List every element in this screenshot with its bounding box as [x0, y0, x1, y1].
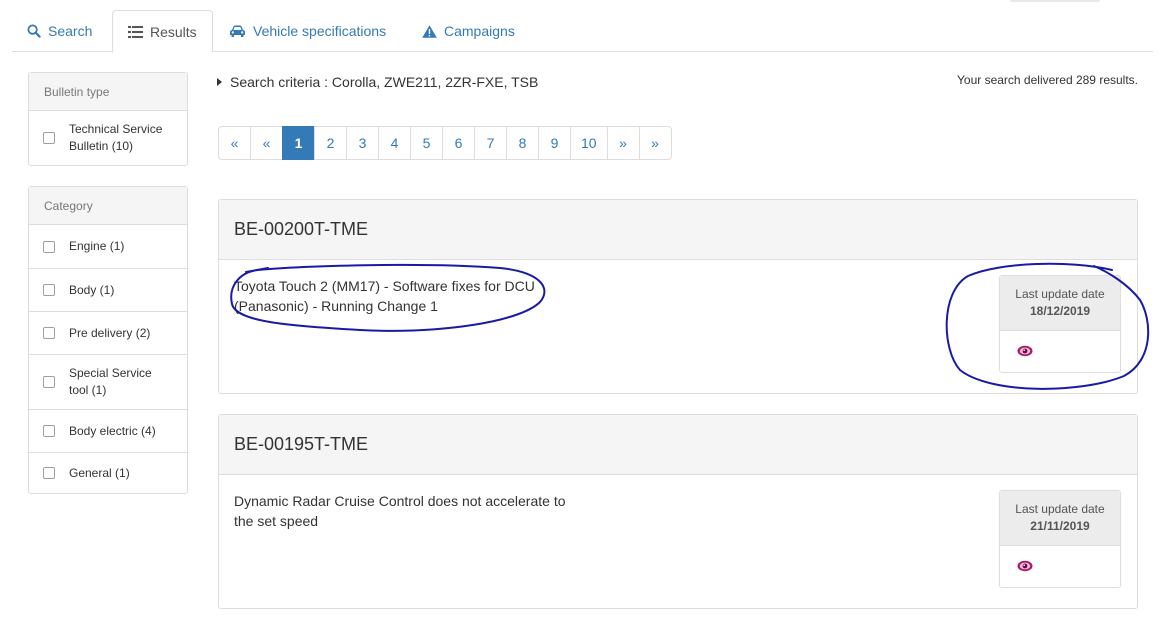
search-icon: [27, 24, 41, 38]
tab-bar: Search Results Vehicle specifications Ca…: [12, 10, 1153, 53]
page-7[interactable]: 7: [474, 126, 507, 160]
last-update-label: Last update date: [1015, 287, 1105, 301]
page-first[interactable]: «: [218, 126, 251, 160]
page-3[interactable]: 3: [346, 126, 379, 160]
bulletin-description: Toyota Touch 2 (MM17) - Software fixes f…: [234, 278, 535, 314]
caret-right-icon: [217, 78, 222, 86]
checkbox[interactable]: [43, 284, 55, 296]
checkbox[interactable]: [43, 327, 55, 339]
page-9[interactable]: 9: [538, 126, 571, 160]
car-icon: [229, 25, 246, 38]
page-2[interactable]: 2: [314, 126, 347, 160]
tab-vehicle-specifications[interactable]: Vehicle specifications: [214, 10, 401, 52]
filter-label: General (1): [69, 465, 130, 480]
pagination: « « 1 2 3 4 5 6 7 8 9 10 » »: [218, 126, 672, 160]
checkbox[interactable]: [43, 240, 55, 253]
last-update-box: Last update date 18/12/2019: [999, 275, 1121, 373]
filter-label: Body electric (4): [69, 423, 156, 438]
last-update-date: 21/11/2019: [1030, 519, 1090, 533]
filter-pre-delivery[interactable]: Pre delivery (2): [29, 311, 187, 354]
page-next[interactable]: »: [606, 126, 640, 160]
tab-results[interactable]: Results: [112, 10, 213, 53]
tab-search[interactable]: Search: [12, 10, 107, 52]
page-4[interactable]: 4: [378, 126, 411, 160]
top-edge-shadow: [1010, 0, 1100, 2]
bulletin-body: Dynamic Radar Cruise Control does not ac…: [219, 475, 1137, 608]
page-last[interactable]: »: [638, 126, 672, 160]
tab-label: Vehicle specifications: [253, 23, 387, 39]
eye-icon[interactable]: [1017, 344, 1033, 362]
filter-label: Engine (1): [69, 239, 125, 253]
filter-label: Special Service tool (1): [69, 366, 152, 397]
bulletin-id[interactable]: BE-00200T-TME: [219, 200, 1137, 260]
last-update-header: Last update date 18/12/2019: [1000, 276, 1120, 331]
filter-special-service-tool[interactable]: Special Service tool (1): [29, 354, 187, 409]
filter-technical-service-bulletin[interactable]: Technical Service Bulletin (10): [29, 111, 187, 165]
eye-icon[interactable]: [1017, 559, 1033, 577]
filter-label: Body (1): [69, 282, 115, 297]
bulletin-body: Toyota Touch 2 (MM17) - Software fixes f…: [219, 260, 1137, 393]
bulletin-card: BE-00195T-TME Dynamic Radar Cruise Contr…: [218, 414, 1138, 609]
filter-label: Technical Service Bulletin (10): [69, 122, 163, 153]
filter-engine[interactable]: Engine (1): [29, 225, 187, 268]
panel-title: Category: [29, 187, 187, 225]
filter-label: Pre delivery (2): [69, 325, 151, 340]
filter-body-electric[interactable]: Body electric (4): [29, 409, 187, 452]
filter-body[interactable]: Body (1): [29, 268, 187, 311]
checkbox[interactable]: [43, 467, 55, 479]
search-criteria-toggle[interactable]: Search criteria : Corolla, ZWE211, 2ZR-F…: [217, 74, 538, 90]
page-6[interactable]: 6: [442, 126, 475, 160]
bulletin-id[interactable]: BE-00195T-TME: [219, 415, 1137, 475]
tab-campaigns[interactable]: Campaigns: [407, 10, 530, 52]
panel-title: Bulletin type: [29, 73, 187, 111]
last-update-header: Last update date 21/11/2019: [1000, 491, 1120, 546]
tab-label: Campaigns: [444, 23, 515, 39]
bulletin-type-panel: Bulletin type Technical Service Bulletin…: [28, 72, 188, 166]
last-update-label: Last update date: [1015, 502, 1105, 516]
checkbox[interactable]: [43, 425, 55, 437]
tab-label: Results: [150, 23, 197, 40]
last-update-box: Last update date 21/11/2019: [999, 490, 1121, 588]
page-1[interactable]: 1: [282, 126, 315, 160]
filter-general[interactable]: General (1): [29, 452, 187, 493]
last-update-date: 18/12/2019: [1029, 304, 1091, 318]
tab-label: Search: [48, 23, 93, 39]
checkbox[interactable]: [43, 132, 55, 144]
results-count: Your search delivered 289 results.: [957, 73, 1138, 87]
list-icon: [128, 25, 143, 38]
search-criteria-text: Search criteria : Corolla, ZWE211, 2ZR-F…: [230, 74, 539, 90]
page-prev[interactable]: «: [250, 126, 283, 160]
checkbox[interactable]: [43, 376, 55, 388]
page-10[interactable]: 10: [570, 126, 608, 160]
bulletin-card: BE-00200T-TME Toyota Touch 2 (MM17) - So…: [218, 199, 1138, 394]
page-8[interactable]: 8: [506, 126, 539, 160]
category-panel: Category Engine (1) Body (1) Pre deliver…: [28, 186, 188, 494]
warning-icon: [422, 24, 437, 38]
page-5[interactable]: 5: [410, 126, 443, 160]
bulletin-description: Dynamic Radar Cruise Control does not ac…: [234, 493, 566, 529]
